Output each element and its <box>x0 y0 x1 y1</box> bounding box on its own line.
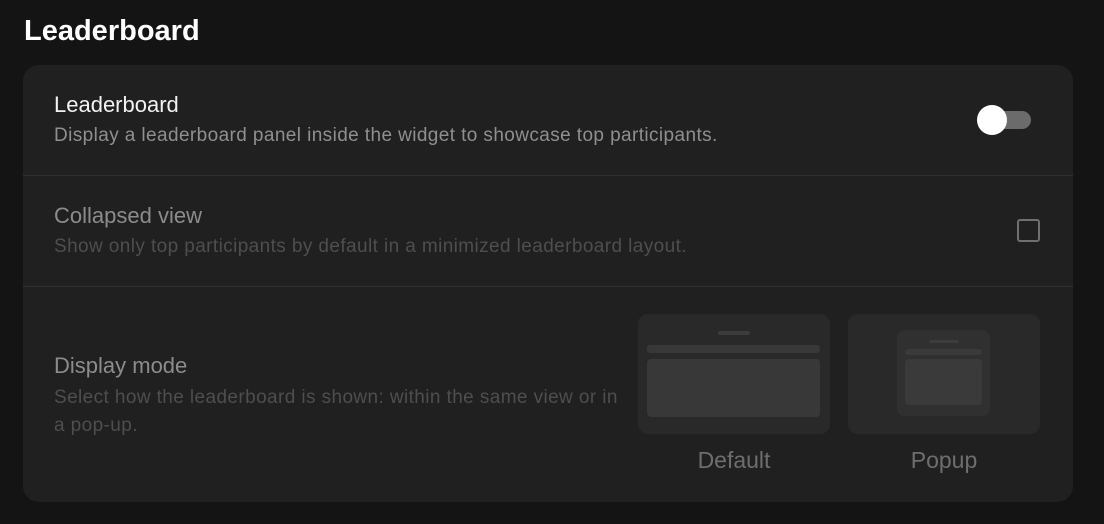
display-mode-description: Select how the leaderboard is shown: wit… <box>54 387 618 436</box>
popup-layout-preview-icon <box>897 330 990 416</box>
display-mode-option-default[interactable] <box>638 314 830 434</box>
leaderboard-settings-card: Leaderboard Display a leaderboard panel … <box>23 65 1073 502</box>
leaderboard-setting-row: Leaderboard Display a leaderboard panel … <box>23 65 1073 176</box>
collapsed-view-checkbox[interactable] <box>1017 219 1040 242</box>
preview-header-bar <box>647 345 820 353</box>
collapsed-view-description: Show only top participants by default in… <box>54 236 687 257</box>
leaderboard-toggle[interactable] <box>977 105 1033 135</box>
display-mode-option-popup[interactable] <box>848 314 1040 434</box>
preview-handle <box>929 340 959 343</box>
collapsed-view-title: Collapsed view <box>54 203 202 228</box>
leaderboard-setting-description: Display a leaderboard panel inside the w… <box>54 125 718 146</box>
preview-body <box>647 359 820 417</box>
preview-header-bar <box>905 349 982 355</box>
collapsed-view-setting-row: Collapsed view Show only top participant… <box>23 176 1073 287</box>
leaderboard-setting-title: Leaderboard <box>54 92 179 117</box>
display-mode-setting-row: Display mode Select how the leaderboard … <box>23 287 1073 502</box>
preview-handle <box>718 331 750 335</box>
display-mode-title: Display mode <box>54 353 188 378</box>
page-title: Leaderboard <box>24 15 200 47</box>
display-mode-option-default-label[interactable]: Default <box>638 445 830 475</box>
preview-body <box>905 359 982 405</box>
toggle-knob <box>977 105 1007 135</box>
display-mode-option-popup-label[interactable]: Popup <box>848 445 1040 475</box>
